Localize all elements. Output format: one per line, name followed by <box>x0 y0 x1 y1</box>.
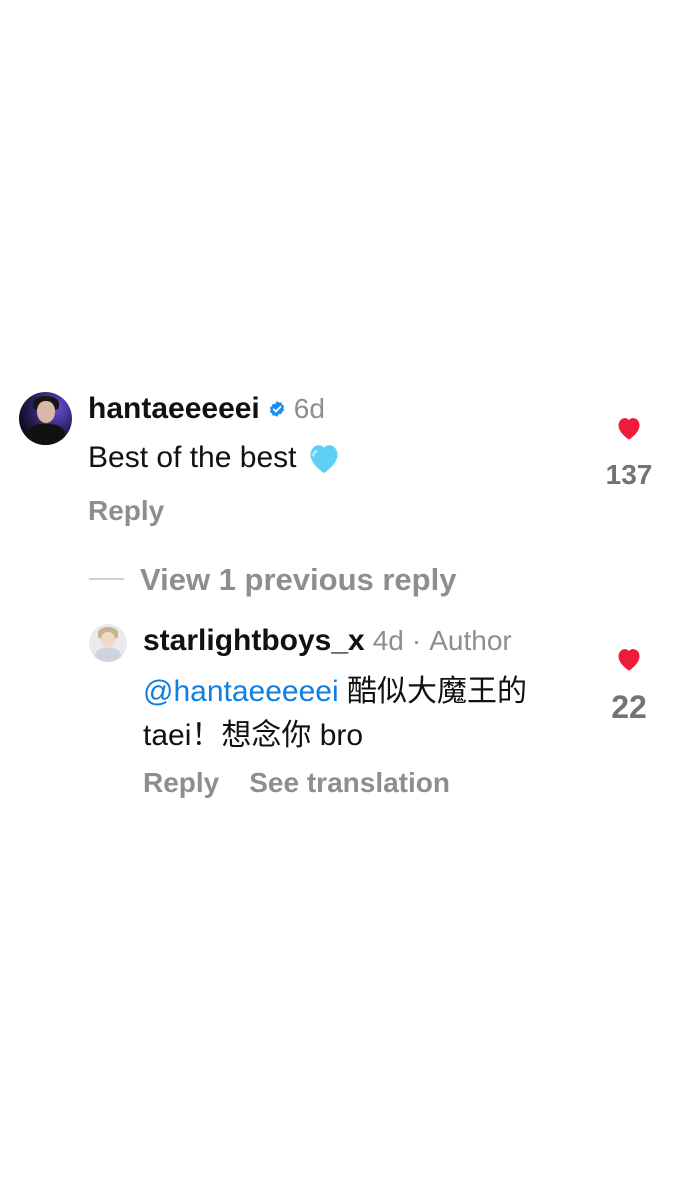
comment-text: Best of the best <box>88 441 297 474</box>
like-heart-icon[interactable] <box>615 646 643 672</box>
reply-like-count: 22 <box>611 689 647 725</box>
verified-badge-icon <box>269 401 284 417</box>
reply-reply-button[interactable]: Reply <box>143 767 219 799</box>
reply-text-line-2: taei！想念你 bro <box>143 719 364 752</box>
avatar-starlightboys_x[interactable] <box>89 624 127 662</box>
reply-actions: Reply See translation <box>143 767 450 799</box>
reply-header: starlightboys_x 4d · Author <box>143 624 512 658</box>
see-translation-button[interactable]: See translation <box>249 767 450 799</box>
thread-line <box>89 578 124 580</box>
reply-username[interactable]: starlightboys_x <box>143 624 365 658</box>
reply-mention-link[interactable]: @hantaeeeeei <box>143 675 339 708</box>
author-badge: Author <box>429 625 512 656</box>
comment-username[interactable]: hantaeeeeei <box>88 392 260 426</box>
reply-text-line-1: @hantaeeeeei 酷似大魔王的 <box>143 672 527 711</box>
comment-reply-button[interactable]: Reply <box>88 495 164 527</box>
comment-header: hantaeeeeei 6d <box>88 392 325 426</box>
light-blue-heart-icon <box>310 444 338 473</box>
comment-like-count: 137 <box>605 459 653 490</box>
avatar-hantaeeeeei[interactable] <box>19 392 72 445</box>
comment-timestamp: 6d <box>293 393 325 424</box>
reply-text: 酷似大魔王的 <box>346 675 527 708</box>
comment-body: Best of the best <box>88 438 342 477</box>
like-heart-icon[interactable] <box>615 415 643 441</box>
view-previous-replies-button[interactable]: View 1 previous reply <box>140 562 456 598</box>
reply-timestamp: 4d <box>372 625 404 656</box>
meta-separator: · <box>411 625 422 656</box>
